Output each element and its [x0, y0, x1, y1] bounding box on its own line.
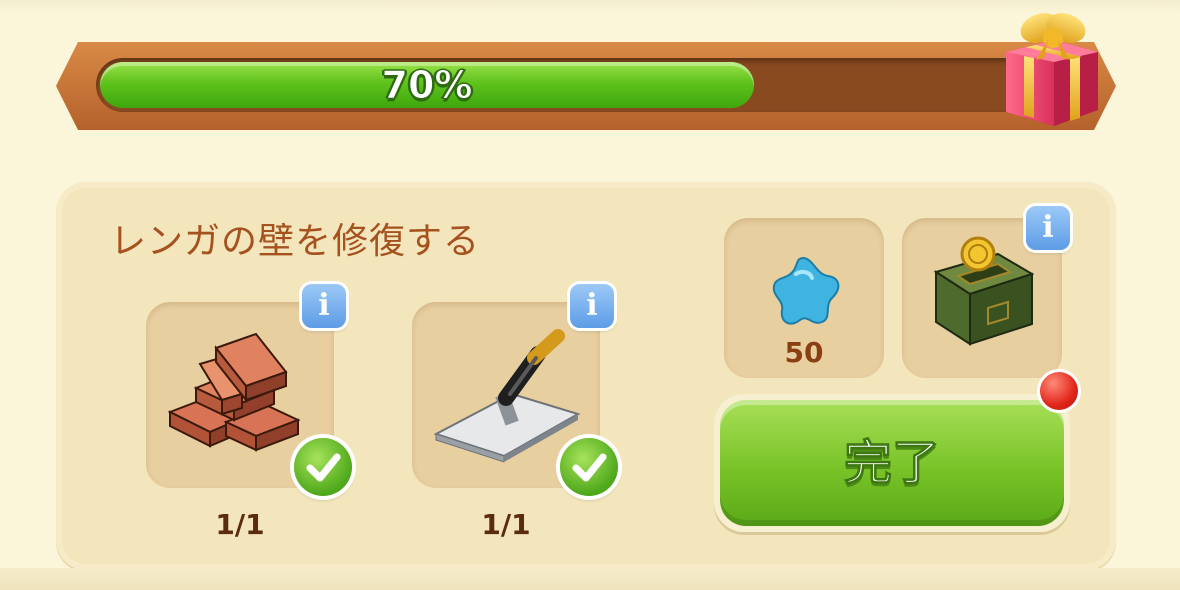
trowel-completed-check-icon [560, 438, 618, 496]
complete-button-label[interactable]: 完了 [720, 400, 1064, 526]
chest-info-icon[interactable]: i [1026, 206, 1070, 250]
bottom-background [0, 568, 1180, 590]
bricks-info-icon[interactable]: i [302, 284, 346, 328]
gem-reward-value: 50 [784, 336, 824, 369]
bricks-completed-check-icon [294, 438, 352, 496]
task-title: レンガの壁を修復する [110, 221, 481, 262]
trowel-info-icon[interactable]: i [570, 284, 614, 328]
bricks-count: 1/1 [215, 508, 265, 541]
gift-box-icon[interactable] [1000, 0, 1104, 130]
progress-percent-label: 70% [381, 63, 473, 108]
trowel-count: 1/1 [481, 508, 531, 541]
notification-dot-icon [1040, 372, 1078, 410]
